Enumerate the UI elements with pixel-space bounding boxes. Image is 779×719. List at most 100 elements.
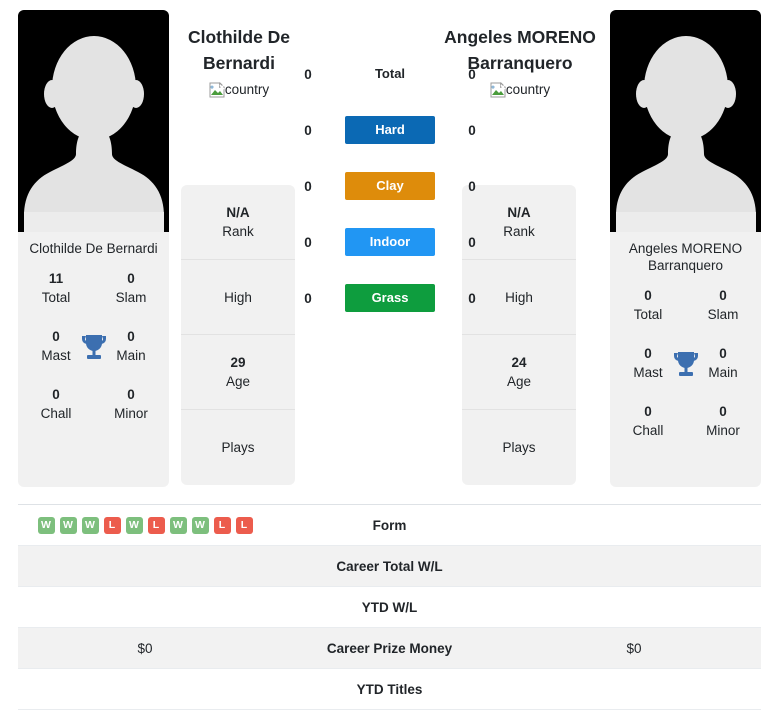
titles-row: 0 Mast 0 Main [28,327,159,385]
surface-hard-right-count: 0 [468,122,476,138]
titles-chall-label: Chall [632,423,664,438]
titles-row: 11 Total 0 Slam [28,269,159,327]
player-card-left[interactable]: Clothilde De Bernardi 11 Total 0 Slam 0 [18,10,169,487]
titles-main-right: 0 Main [695,344,751,382]
player-name-right-line1: Angeles MORENO [444,27,596,47]
row-label-career-prize-money: Career Prize Money [326,640,453,656]
titles-slam-value: 0 [127,271,135,286]
titles-row: 0 Mast 0 Main [620,344,751,402]
ytd-wl-left [18,587,272,627]
surface-clay-badge[interactable]: Clay [345,172,435,200]
titles-total-right: 0 Total [620,286,676,324]
player-photo-left [18,10,169,232]
surface-hard-left-count: 0 [304,122,312,138]
info-age-value: 24 [511,355,527,370]
surface-grass-badge[interactable]: Grass [345,284,435,312]
info-age-left: 29 Age [181,335,295,410]
form-left-cell: WWWLWLWWLL [18,505,272,545]
titles-mast-label: Mast [633,365,663,380]
ytd-titles-left [18,669,272,709]
titles-mast-left: 0 Mast [28,327,84,365]
info-age-right: 24 Age [462,335,576,410]
titles-total-label: Total [633,307,663,322]
row-label-ytd-wl: YTD W/L [361,599,418,615]
info-high-left: High [181,260,295,335]
form-badges-left: WWWLWLWWLL [37,516,253,534]
info-plays-label: Plays [221,440,255,455]
info-rank-label: Rank [222,224,254,239]
titles-slam-label: Slam [115,290,147,305]
info-rank-value: N/A [507,205,531,220]
row-label-career-total-wl: Career Total W/L [336,558,443,574]
player-comparison-page: Clothilde De Bernardi 11 Total 0 Slam 0 [0,0,779,719]
titles-total-left: 11 Total [28,269,84,307]
titles-chall-left: 0 Chall [28,385,84,423]
surface-row-hard: 0 Hard 0 [300,116,480,144]
titles-mast-right: 0 Mast [620,344,676,382]
ytd-wl-right [507,587,761,627]
info-rank-left: N/A Rank [181,185,295,260]
titles-slam-right: 0 Slam [695,286,751,324]
career-total-wl-right [507,546,761,586]
player-photo-caption-right: Angeles MORENO Barranquero [628,241,743,273]
info-plays-right: Plays [462,410,576,485]
table-row-career-prize-money: $0 Career Prize Money $0 [18,628,761,669]
player-titles-left: 11 Total 0 Slam 0 Mast 0 Main 0 Chall 0 … [18,267,169,443]
titles-minor-value: 0 [127,387,135,402]
surface-row-clay: 0 Clay 0 [300,172,480,200]
titles-chall-label: Chall [40,406,72,421]
titles-minor-label: Minor [706,423,740,438]
player-info-card-left: N/A Rank High 29 Age Plays [181,185,295,485]
info-high-label: High [224,289,252,305]
surface-clay-left-count: 0 [304,178,312,194]
titles-main-label: Main [708,365,738,380]
titles-total-value: 11 [48,271,64,286]
player-country-label-left: country [224,82,270,97]
titles-main-label: Main [116,348,146,363]
titles-main-value: 0 [127,329,135,344]
form-badge-loss: L [147,516,165,534]
info-rank-label: Rank [503,224,535,239]
player-name-left-line2: Bernardi [203,53,275,73]
surface-hard-badge[interactable]: Hard [345,116,435,144]
broken-image-icon [209,82,225,98]
titles-chall-right: 0 Chall [620,402,676,440]
titles-main-left: 0 Main [103,327,159,365]
titles-total-value: 0 [644,288,652,303]
comparison-stats-table: WWWLWLWWLL Form Career Total W/L YTD W/L… [18,505,761,710]
surface-grass-left-count: 0 [304,290,312,306]
surface-indoor-badge[interactable]: Indoor [345,228,435,256]
titles-minor-right: 0 Minor [695,402,751,440]
career-prize-money-right: $0 [626,640,642,656]
career-prize-money-left: $0 [137,640,153,656]
player-country-left: country [162,81,316,99]
titles-slam-left: 0 Slam [103,269,159,307]
avatar-silhouette-icon [615,26,756,232]
form-badge-win: W [169,516,187,534]
broken-image-icon [490,82,506,98]
comparison-top-section: Clothilde De Bernardi 11 Total 0 Slam 0 [0,0,779,497]
player-country-label-right: country [505,82,551,97]
titles-minor-value: 0 [719,404,727,419]
info-plays-label: Plays [502,440,536,455]
titles-slam-value: 0 [719,288,727,303]
titles-row: 0 Chall 0 Minor [28,385,159,443]
surface-indoor-left-count: 0 [304,234,312,250]
player-titles-right: 0 Total 0 Slam 0 Mast 0 Main 0 Chall 0 M… [610,284,761,460]
player-card-right[interactable]: Angeles MORENO Barranquero 0 Total 0 Sla… [610,10,761,487]
table-row-ytd-wl: YTD W/L [18,587,761,628]
surface-row-grass: 0 Grass 0 [300,284,480,312]
player-photo-caption-left: Clothilde De Bernardi [29,241,158,256]
surface-row-total: 0 Total 0 [300,60,480,88]
form-right-cell [507,505,761,545]
form-badge-win: W [59,516,77,534]
table-row-form: WWWLWLWWLL Form [18,505,761,546]
player-name-block-left: Clothilde De Bernardi country [162,24,316,99]
titles-mast-value: 0 [52,329,60,344]
surface-h2h-column: 0 Total 0 0 Hard 0 0 Clay 0 0 Indoor 0 0 [300,60,480,312]
titles-minor-left: 0 Minor [103,385,159,423]
titles-row: 0 Total 0 Slam [620,286,751,344]
table-row-ytd-titles: YTD Titles [18,669,761,710]
row-label-form: Form [372,517,407,533]
titles-chall-value: 0 [644,404,652,419]
